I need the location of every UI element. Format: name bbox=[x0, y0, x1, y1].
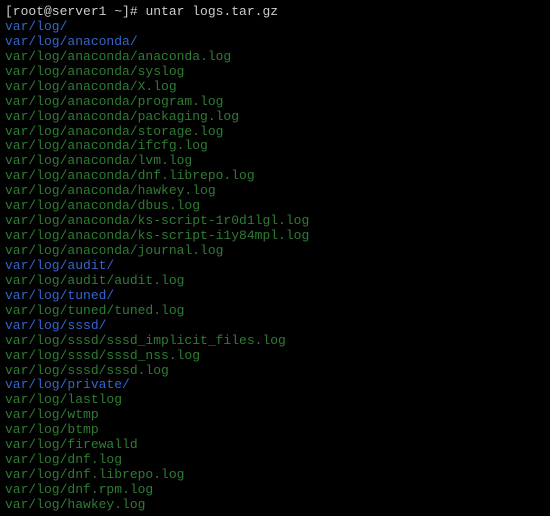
terminal-window[interactable]: [root@server1 ~]# untar logs.tar.gz var/… bbox=[5, 5, 545, 513]
output-line: var/log/anaconda/syslog bbox=[5, 65, 545, 80]
output-line: var/log/wtmp bbox=[5, 408, 545, 423]
terminal-output: var/log/var/log/anaconda/var/log/anacond… bbox=[5, 20, 545, 513]
output-line: var/log/btmp bbox=[5, 423, 545, 438]
output-line: var/log/anaconda/anaconda.log bbox=[5, 50, 545, 65]
output-line: var/log/anaconda/ks-script-i1y84mpl.log bbox=[5, 229, 545, 244]
output-line: var/log/anaconda/journal.log bbox=[5, 244, 545, 259]
output-line: var/log/anaconda/ bbox=[5, 35, 545, 50]
prompt-command: untar logs.tar.gz bbox=[145, 4, 278, 19]
output-line: var/log/sssd/sssd_implicit_files.log bbox=[5, 334, 545, 349]
output-line: var/log/anaconda/ks-script-1r0d1lgl.log bbox=[5, 214, 545, 229]
output-line: var/log/private/ bbox=[5, 378, 545, 393]
output-line: var/log/anaconda/hawkey.log bbox=[5, 184, 545, 199]
output-line: var/log/tuned/tuned.log bbox=[5, 304, 545, 319]
output-line: var/log/firewalld bbox=[5, 438, 545, 453]
output-line: var/log/audit/ bbox=[5, 259, 545, 274]
output-line: var/log/audit/audit.log bbox=[5, 274, 545, 289]
output-line: var/log/anaconda/dbus.log bbox=[5, 199, 545, 214]
output-line: var/log/sssd/sssd_nss.log bbox=[5, 349, 545, 364]
prompt-line: [root@server1 ~]# untar logs.tar.gz bbox=[5, 5, 545, 20]
output-line: var/log/dnf.rpm.log bbox=[5, 483, 545, 498]
output-line: var/log/dnf.librepo.log bbox=[5, 468, 545, 483]
output-line: var/log/dnf.log bbox=[5, 453, 545, 468]
output-line: var/log/anaconda/storage.log bbox=[5, 125, 545, 140]
output-line: var/log/anaconda/packaging.log bbox=[5, 110, 545, 125]
output-line: var/log/sssd/sssd.log bbox=[5, 364, 545, 379]
output-line: var/log/ bbox=[5, 20, 545, 35]
prompt-user-host: [root@server1 ~]# bbox=[5, 4, 138, 19]
output-line: var/log/anaconda/X.log bbox=[5, 80, 545, 95]
output-line: var/log/hawkey.log bbox=[5, 498, 545, 513]
output-line: var/log/lastlog bbox=[5, 393, 545, 408]
output-line: var/log/anaconda/lvm.log bbox=[5, 154, 545, 169]
output-line: var/log/anaconda/dnf.librepo.log bbox=[5, 169, 545, 184]
output-line: var/log/sssd/ bbox=[5, 319, 545, 334]
output-line: var/log/anaconda/program.log bbox=[5, 95, 545, 110]
output-line: var/log/tuned/ bbox=[5, 289, 545, 304]
output-line: var/log/anaconda/ifcfg.log bbox=[5, 139, 545, 154]
